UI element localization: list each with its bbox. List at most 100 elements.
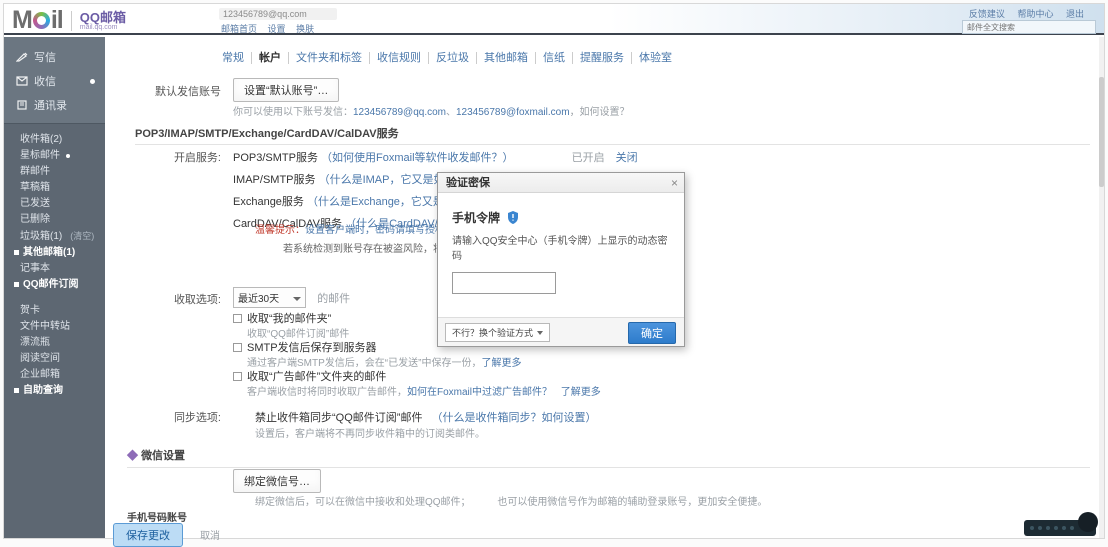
default-account-note: 你可以使用以下账号发信：123456789@qq.com、123456789@f… (233, 103, 630, 118)
service-toggle-link[interactable]: 关闭 (616, 152, 638, 164)
confirm-button[interactable]: 确定 (628, 322, 676, 344)
sidebar-item-greeting-cards[interactable]: 贺卡 (4, 303, 105, 319)
token-instructions: 请输入QQ安全中心（手机令牌）上显示的动态密码 (452, 232, 670, 262)
contacts-icon (16, 100, 28, 110)
cancel-button[interactable]: 取消 (200, 531, 220, 542)
sidebar-item-sent[interactable]: 已发送 (4, 196, 105, 212)
account-link-2[interactable]: 123456789@foxmail.com (456, 107, 570, 118)
sidebar-item-receive[interactable]: 收信 (4, 69, 105, 93)
tab-folders-labels[interactable]: 文件夹和标签 (289, 52, 370, 64)
smtp-learn-more-link[interactable]: 了解更多 (481, 358, 521, 369)
tab-lab[interactable]: 体验室 (632, 52, 679, 64)
logo-letter-m: M (12, 6, 32, 35)
header: M il QQ邮箱 mail.qq.com 123456789@qq.com 邮… (4, 4, 1104, 35)
sidebar-item-file-transfer[interactable]: 文件中转站 (4, 319, 105, 335)
nav-settings[interactable]: 设置 (268, 24, 286, 34)
sync-help-link[interactable]: （什么是收件箱同步？如何设置） (432, 412, 597, 424)
wechat-section-heading: ◆ 微信设置 (127, 447, 1090, 468)
tab-general[interactable]: 常规 (215, 52, 252, 64)
inbox-icon (16, 76, 28, 86)
chevron-down-icon (293, 297, 301, 301)
sidebar-item-other-mailboxes[interactable]: 其他邮箱(1) (4, 245, 105, 261)
sidebar-item-drift-bottle[interactable]: 漂流瓶 (4, 335, 105, 351)
qq-mail-app: M il QQ邮箱 mail.qq.com 123456789@qq.com 邮… (3, 3, 1105, 539)
service-help-link[interactable]: （如何使用Foxmail等软件收发邮件？） (321, 152, 514, 164)
tab-reminders[interactable]: 提醒服务 (573, 52, 632, 64)
fetch-myfolders-checkbox[interactable] (233, 314, 242, 323)
set-default-account-button[interactable]: 设置“默认账号”… (233, 78, 339, 102)
close-icon[interactable]: × (671, 173, 678, 193)
link-logout[interactable]: 退出 (1066, 9, 1084, 19)
bind-wechat-button[interactable]: 绑定微信号… (233, 469, 321, 493)
service-name: IMAP/SMTP服务 (233, 174, 316, 186)
scrollbar-track[interactable] (1099, 37, 1104, 538)
alternate-verification-button[interactable]: 不行？换个验证方式 (445, 323, 550, 342)
tab-stationery[interactable]: 信纸 (536, 52, 573, 64)
ads-learn-more-link[interactable]: 了解更多 (561, 387, 601, 398)
token-code-input[interactable] (452, 272, 556, 294)
link-feedback[interactable]: 反馈建议 (969, 9, 1005, 19)
sidebar-item-subscriptions[interactable]: QQ邮件订阅 (4, 277, 105, 293)
security-shield-icon (507, 211, 519, 224)
services-label: 开启服务: (135, 149, 221, 165)
mail-logo[interactable]: M il QQ邮箱 mail.qq.com (12, 6, 126, 35)
tab-other-mailboxes[interactable]: 其他邮箱 (477, 52, 536, 64)
nav-home[interactable]: 邮箱首页 (221, 24, 257, 34)
sidebar-item-contacts[interactable]: 通讯录 (4, 93, 105, 117)
save-changes-button[interactable]: 保存更改 (113, 523, 183, 547)
tab-account[interactable]: 帐户 (252, 52, 289, 64)
fetch-range-select[interactable]: 最近30天 (233, 287, 306, 308)
sidebar-action-label: 通讯录 (34, 97, 67, 113)
sidebar-item-reading-space[interactable]: 阅读空间 (4, 351, 105, 367)
fetch-cb3-row: 收取“广告邮件”文件夹的邮件 (233, 368, 386, 384)
nav-skin[interactable]: 换肤 (296, 24, 314, 34)
service-name: POP3/SMTP服务 (233, 152, 318, 164)
sync-options-note: 设置后，客户端将不再同步收件箱中的订阅类邮件。 (255, 425, 485, 440)
dialog-title: 验证密保 (446, 177, 490, 189)
dialog-footer: 不行？换个验证方式 确定 (438, 317, 684, 346)
sidebar-actions: 写信 收信 通讯录 (4, 37, 105, 124)
fetch-cb3-note: 客户端收信时将同时收取广告邮件，如何在Foxmail中过滤广告邮件？ 了解更多 (247, 383, 601, 398)
sidebar: 写信 收信 通讯录 收件箱(2) 星标邮件 群邮件 草稿箱 已发送 已删除 垃圾… (4, 37, 105, 538)
account-email: 123456789@qq.com (219, 8, 337, 20)
sidebar-item-deleted[interactable]: 已删除 (4, 212, 105, 228)
account-link-1[interactable]: 123456789@qq.com (353, 107, 446, 118)
sidebar-action-label: 写信 (34, 49, 56, 65)
notification-dot (90, 79, 95, 84)
brand-block: QQ邮箱 mail.qq.com (71, 11, 126, 31)
sidebar-item-drafts[interactable]: 草稿箱 (4, 180, 105, 196)
brand-subtitle: mail.qq.com (80, 24, 126, 31)
smtp-save-checkbox[interactable] (233, 343, 242, 352)
sync-options-label: 同步选项: (135, 409, 221, 425)
empty-spam-link[interactable]: (清空) (70, 231, 94, 241)
watermark-knob (1078, 512, 1098, 532)
tab-antispam[interactable]: 反垃圾 (429, 52, 477, 64)
sync-options-row: 禁止收件箱同步“QQ邮件订阅”邮件 （什么是收件箱同步？如何设置） (255, 409, 597, 425)
verify-security-dialog: 验证密保 × 手机令牌 请输入QQ安全中心（手机令牌）上显示的动态密码 不行？换… (437, 172, 685, 347)
sidebar-spacer (4, 293, 105, 303)
search-input[interactable] (962, 20, 1096, 34)
link-help[interactable]: 帮助中心 (1017, 9, 1053, 19)
sidebar-item-inbox[interactable]: 收件箱(2) (4, 132, 105, 148)
services-section-heading: POP3/IMAP/SMTP/Exchange/CardDAV/CalDAV服务 (135, 125, 1090, 145)
ads-folder-checkbox[interactable] (233, 372, 242, 381)
header-quick-links: 反馈建议 帮助中心 退出 (959, 7, 1084, 20)
brand-name: QQ邮箱 (80, 11, 126, 24)
tab-filter-rules[interactable]: 收信规则 (370, 52, 429, 64)
sidebar-item-self-service[interactable]: 自助查询 (4, 383, 105, 399)
default-account-label: 默认发信账号 (135, 83, 221, 99)
token-field-label-row: 手机令牌 (452, 209, 670, 226)
fetch-range-suffix: 的邮件 (317, 293, 350, 305)
foxmail-filter-link[interactable]: 如何在Foxmail中过滤广告邮件？ (407, 387, 552, 398)
dialog-body: 手机令牌 请输入QQ安全中心（手机令牌）上显示的动态密码 (438, 193, 684, 317)
sidebar-item-notes[interactable]: 记事本 (4, 261, 105, 277)
sidebar-item-spam[interactable]: 垃圾箱(1)(清空) (4, 228, 105, 245)
compose-icon (16, 52, 28, 62)
sidebar-item-group-mail[interactable]: 群邮件 (4, 164, 105, 180)
sidebar-item-compose[interactable]: 写信 (4, 45, 105, 69)
sidebar-item-starred[interactable]: 星标邮件 (4, 148, 105, 164)
footer-actions: 保存更改 取消 (113, 523, 220, 547)
service-name: Exchange服务 (233, 196, 304, 208)
sidebar-item-enterprise-mail[interactable]: 企业邮箱 (4, 367, 105, 383)
scrollbar-thumb[interactable] (1099, 77, 1104, 187)
